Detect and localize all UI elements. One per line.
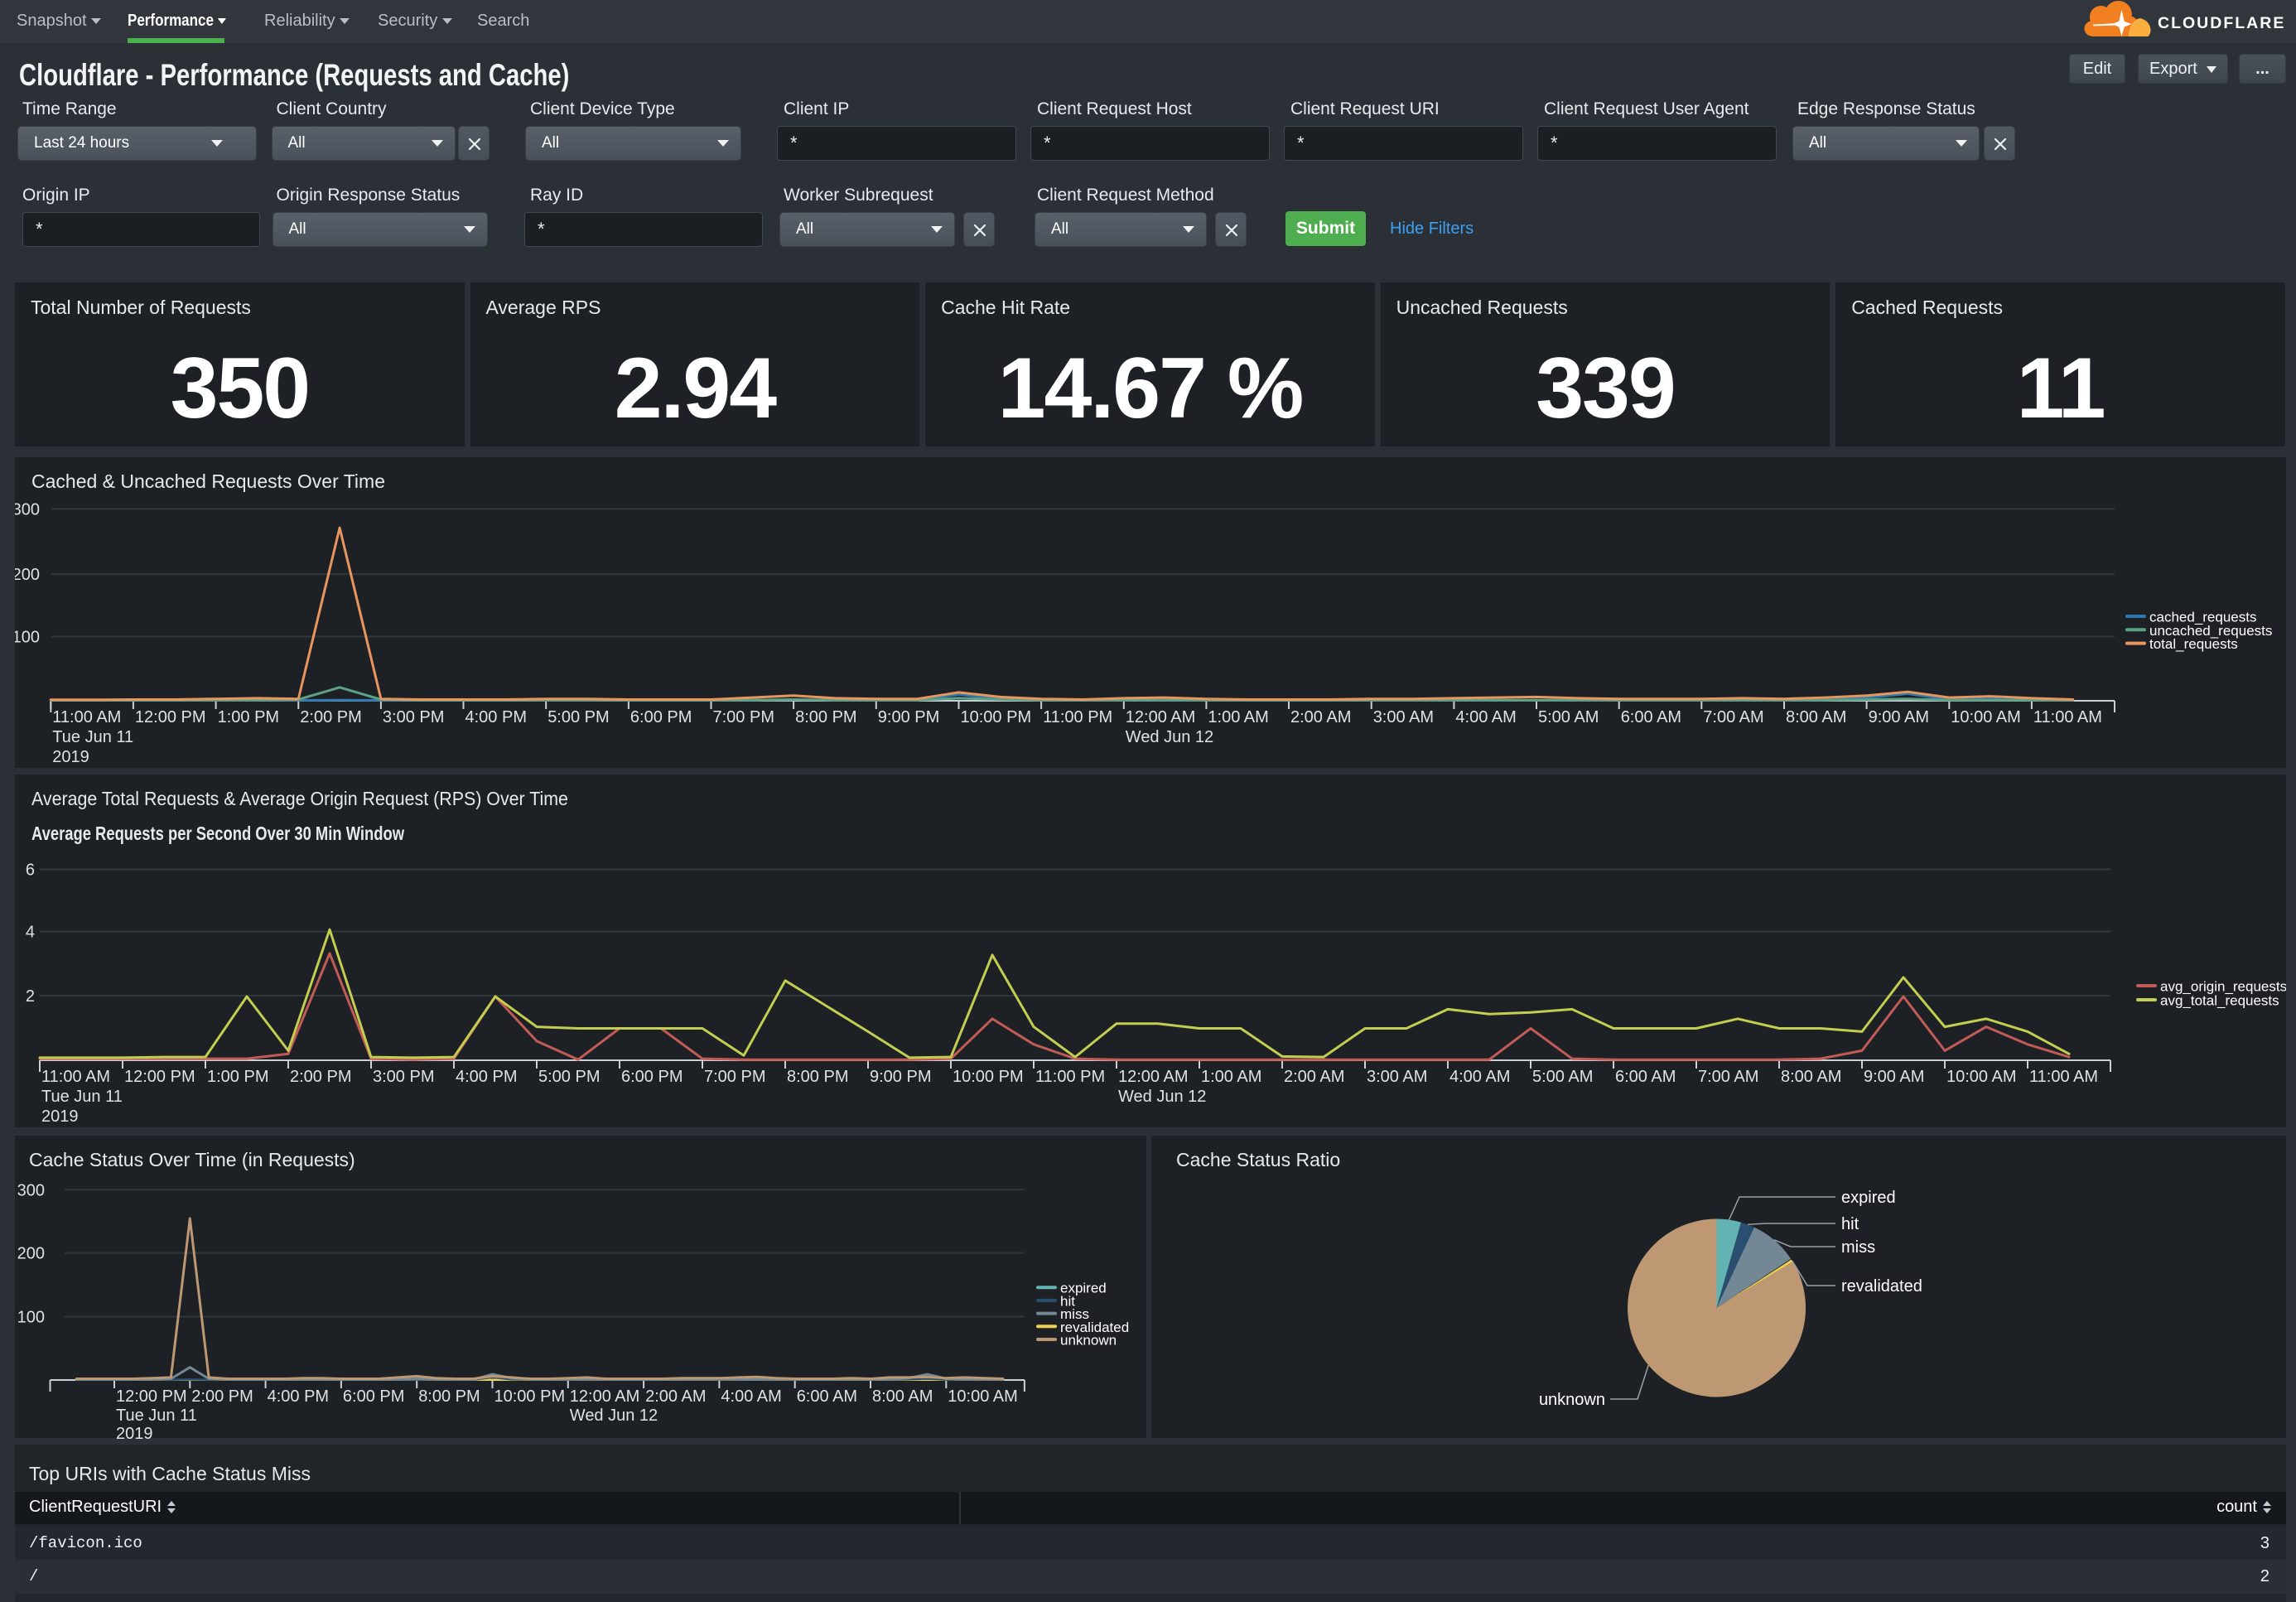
svg-text:11:00 AM: 11:00 AM [41,1068,110,1086]
svg-text:9:00 AM: 9:00 AM [1869,708,1929,726]
svg-text:avg_total_requests: avg_total_requests [2160,993,2279,1009]
svg-text:5:00 AM: 5:00 AM [1532,1068,1593,1086]
svg-text:4:00 AM: 4:00 AM [1449,1068,1510,1086]
svg-text:7:00 PM: 7:00 PM [713,708,774,726]
svg-text:6:00 AM: 6:00 AM [1615,1068,1676,1086]
svg-text:6:00 PM: 6:00 PM [621,1068,683,1086]
svg-text:10:00 AM: 10:00 AM [1946,1068,2017,1086]
svg-text:12:00 PM: 12:00 PM [124,1068,195,1086]
svg-text:8:00 PM: 8:00 PM [795,708,856,726]
svg-text:300: 300 [15,500,40,519]
svg-text:11:00 AM: 11:00 AM [2033,708,2102,726]
svg-text:2019: 2019 [41,1107,79,1126]
svg-text:miss: miss [1841,1238,1875,1257]
svg-text:unknown: unknown [1060,1333,1117,1349]
svg-text:4: 4 [26,924,35,942]
svg-text:6:00 AM: 6:00 AM [797,1387,857,1406]
svg-text:unknown: unknown [1539,1391,1605,1409]
svg-text:10:00 PM: 10:00 PM [953,1068,1024,1086]
svg-text:11:00 PM: 11:00 PM [1043,708,1112,726]
svg-text:8:00 AM: 8:00 AM [1781,1068,1841,1086]
svg-text:200: 200 [15,566,40,584]
svg-text:7:00 AM: 7:00 AM [1698,1068,1758,1086]
svg-text:9:00 AM: 9:00 AM [1864,1068,1924,1086]
svg-text:6: 6 [26,861,35,880]
svg-text:5:00 PM: 5:00 PM [538,1068,600,1086]
svg-text:12:00 AM: 12:00 AM [1118,1068,1189,1086]
svg-text:1:00 PM: 1:00 PM [207,1068,268,1086]
svg-text:3:00 PM: 3:00 PM [383,708,444,726]
svg-text:Wed Jun 12: Wed Jun 12 [1126,728,1213,746]
svg-text:2:00 PM: 2:00 PM [191,1387,253,1406]
svg-text:expired: expired [1841,1189,1896,1207]
svg-text:5:00 PM: 5:00 PM [547,708,609,726]
svg-text:10:00 AM: 10:00 AM [948,1387,1018,1406]
svg-text:10:00 PM: 10:00 PM [494,1387,566,1406]
svg-text:4:00 PM: 4:00 PM [465,708,527,726]
svg-text:9:00 PM: 9:00 PM [878,708,939,726]
svg-text:2:00 AM: 2:00 AM [1284,1068,1344,1086]
svg-text:revalidated: revalidated [1841,1277,1922,1296]
svg-text:2019: 2019 [116,1425,153,1443]
svg-text:Wed Jun 12: Wed Jun 12 [1118,1088,1206,1106]
svg-text:11:00 AM: 11:00 AM [52,708,121,726]
svg-text:hit: hit [1841,1215,1859,1233]
svg-text:CLOUDFLARE: CLOUDFLARE [2158,14,2285,32]
svg-text:Tue Jun 11: Tue Jun 11 [41,1088,123,1106]
svg-text:7:00 PM: 7:00 PM [704,1068,765,1086]
svg-text:1:00 AM: 1:00 AM [1208,708,1268,726]
svg-text:100: 100 [17,1309,45,1327]
svg-text:2:00 PM: 2:00 PM [290,1068,351,1086]
svg-text:200: 200 [17,1245,45,1263]
svg-text:100: 100 [15,629,40,647]
svg-text:1:00 PM: 1:00 PM [218,708,279,726]
svg-text:11:00 PM: 11:00 PM [1035,1068,1105,1086]
svg-text:4:00 AM: 4:00 AM [1455,708,1516,726]
svg-text:5:00 AM: 5:00 AM [1538,708,1599,726]
svg-text:total_requests: total_requests [2149,636,2238,652]
svg-text:8:00 PM: 8:00 PM [418,1387,480,1406]
svg-text:6:00 PM: 6:00 PM [630,708,692,726]
svg-text:300: 300 [17,1181,45,1199]
svg-text:3:00 PM: 3:00 PM [373,1068,434,1086]
svg-text:7:00 AM: 7:00 AM [1703,708,1763,726]
svg-text:2: 2 [26,987,35,1006]
svg-text:10:00 PM: 10:00 PM [961,708,1032,726]
svg-text:8:00 AM: 8:00 AM [872,1387,933,1406]
svg-text:2:00 PM: 2:00 PM [300,708,361,726]
svg-text:4:00 PM: 4:00 PM [456,1068,517,1086]
svg-text:12:00 PM: 12:00 PM [135,708,206,726]
svg-text:6:00 AM: 6:00 AM [1621,708,1681,726]
svg-text:2:00 AM: 2:00 AM [645,1387,706,1406]
svg-text:12:00 AM: 12:00 AM [570,1387,640,1406]
svg-text:2:00 AM: 2:00 AM [1290,708,1351,726]
svg-text:3:00 AM: 3:00 AM [1373,708,1434,726]
svg-text:4:00 AM: 4:00 AM [721,1387,781,1406]
svg-text:Tue Jun 11: Tue Jun 11 [116,1407,197,1425]
svg-text:Tue Jun 11: Tue Jun 11 [52,728,133,746]
svg-text:8:00 AM: 8:00 AM [1786,708,1846,726]
svg-text:10:00 AM: 10:00 AM [1951,708,2021,726]
svg-text:1:00 AM: 1:00 AM [1201,1068,1261,1086]
svg-text:9:00 PM: 9:00 PM [870,1068,931,1086]
svg-text:2019: 2019 [52,748,89,766]
svg-text:3:00 AM: 3:00 AM [1367,1068,1427,1086]
svg-text:12:00 AM: 12:00 AM [1126,708,1196,726]
svg-text:4:00 PM: 4:00 PM [268,1387,329,1406]
svg-text:6:00 PM: 6:00 PM [343,1387,404,1406]
svg-text:11:00 AM: 11:00 AM [2029,1068,2098,1086]
svg-text:12:00 PM: 12:00 PM [116,1387,187,1406]
svg-text:8:00 PM: 8:00 PM [787,1068,848,1086]
svg-text:Wed Jun 12: Wed Jun 12 [570,1407,658,1425]
